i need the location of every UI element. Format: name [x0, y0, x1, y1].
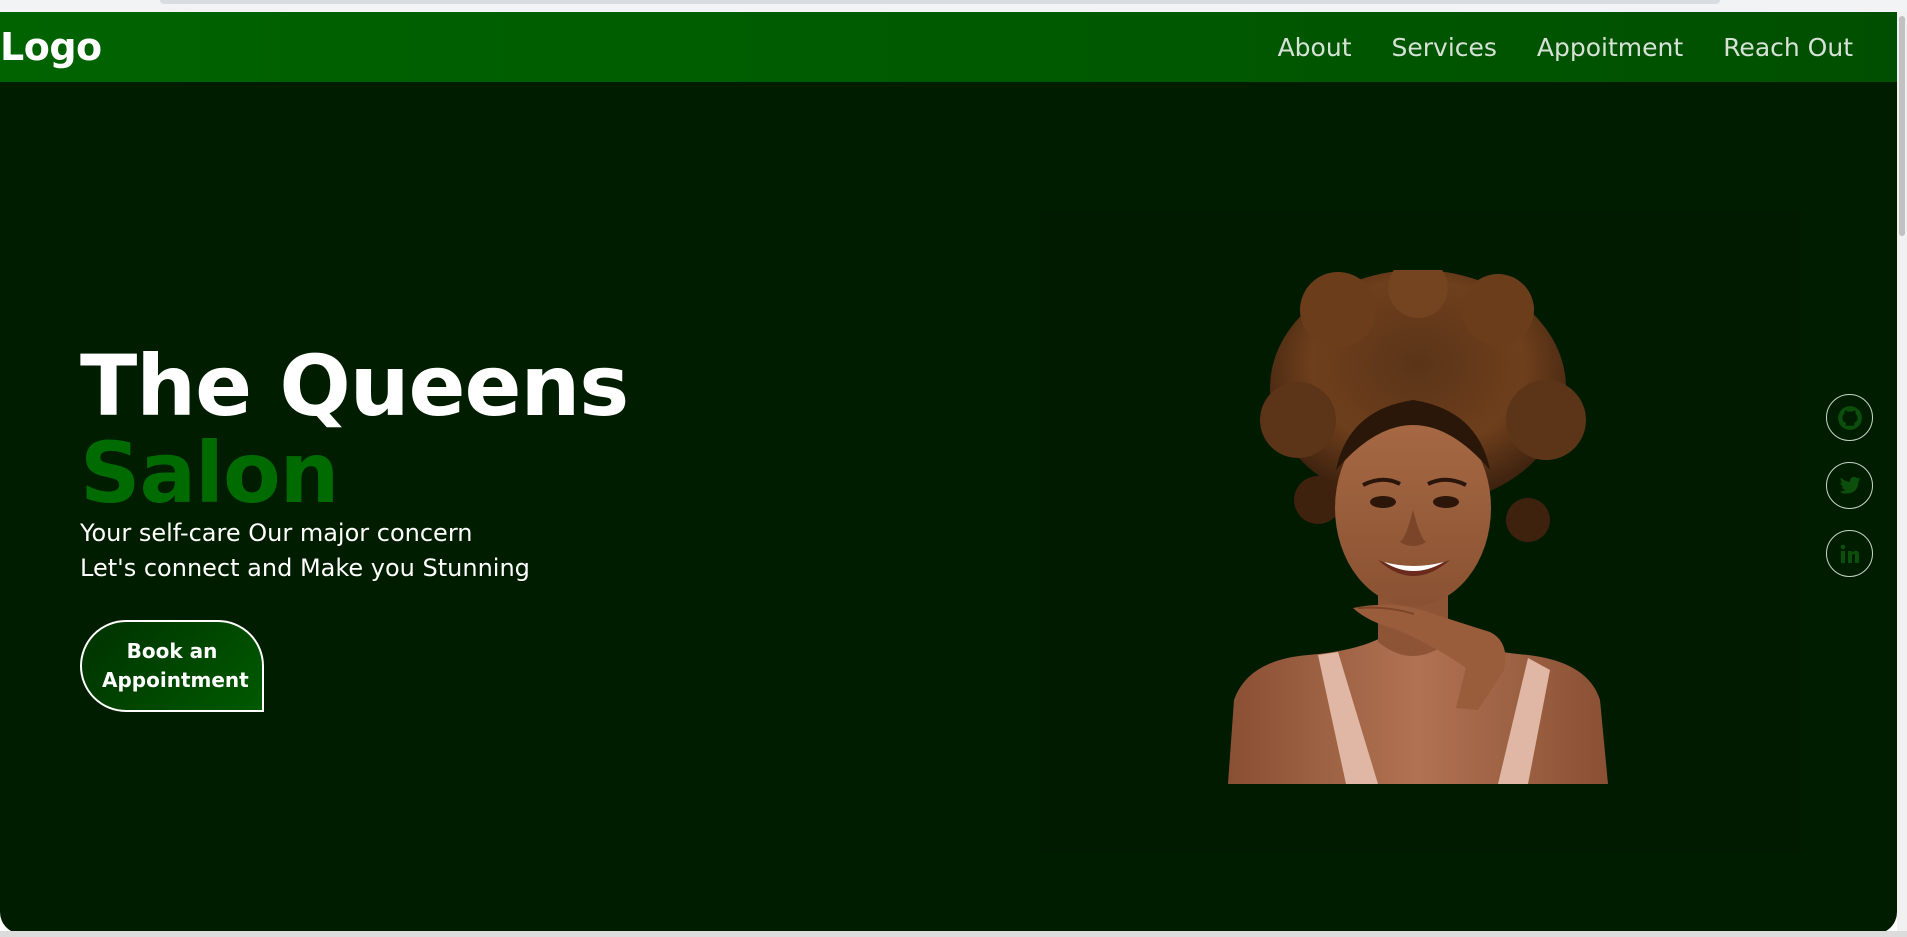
social-links [1826, 394, 1873, 577]
landing-page: Logo About Services Appoitment Reach Out… [0, 12, 1897, 934]
browser-bottom-bar [0, 931, 1907, 937]
scrollbar-thumb[interactable] [1899, 16, 1905, 236]
linkedin-link[interactable] [1826, 530, 1873, 577]
hero-text: The Queens Salon Your self-care Our majo… [80, 337, 629, 712]
hero-portrait-image [1228, 270, 1608, 784]
nav-link-appointment[interactable]: Appoitment [1537, 33, 1683, 62]
twitter-link[interactable] [1826, 462, 1873, 509]
nav-links: About Services Appoitment Reach Out [1238, 33, 1853, 62]
hero-tagline-1: Your self-care Our major concern [80, 519, 473, 547]
hero-title-accent: Salon [80, 424, 339, 522]
hero-tagline-2: Let's connect and Make you Stunning [80, 554, 530, 582]
github-link[interactable] [1826, 394, 1873, 441]
linkedin-icon [1840, 544, 1859, 563]
logo[interactable]: Logo [0, 25, 102, 69]
nav-link-reach-out[interactable]: Reach Out [1723, 33, 1853, 62]
address-bar-edge [160, 0, 1720, 4]
nav-link-about[interactable]: About [1278, 33, 1352, 62]
book-appointment-label: Book an Appointment [102, 639, 249, 692]
twitter-icon [1838, 476, 1861, 494]
navbar: Logo About Services Appoitment Reach Out [0, 12, 1897, 82]
vertical-scrollbar[interactable] [1897, 12, 1907, 937]
nav-link-services[interactable]: Services [1392, 33, 1497, 62]
book-appointment-button[interactable]: Book an Appointment [80, 620, 264, 712]
browser-top-bar [0, 0, 1907, 12]
hero-title: The Queens [80, 337, 629, 435]
github-icon [1837, 405, 1862, 430]
